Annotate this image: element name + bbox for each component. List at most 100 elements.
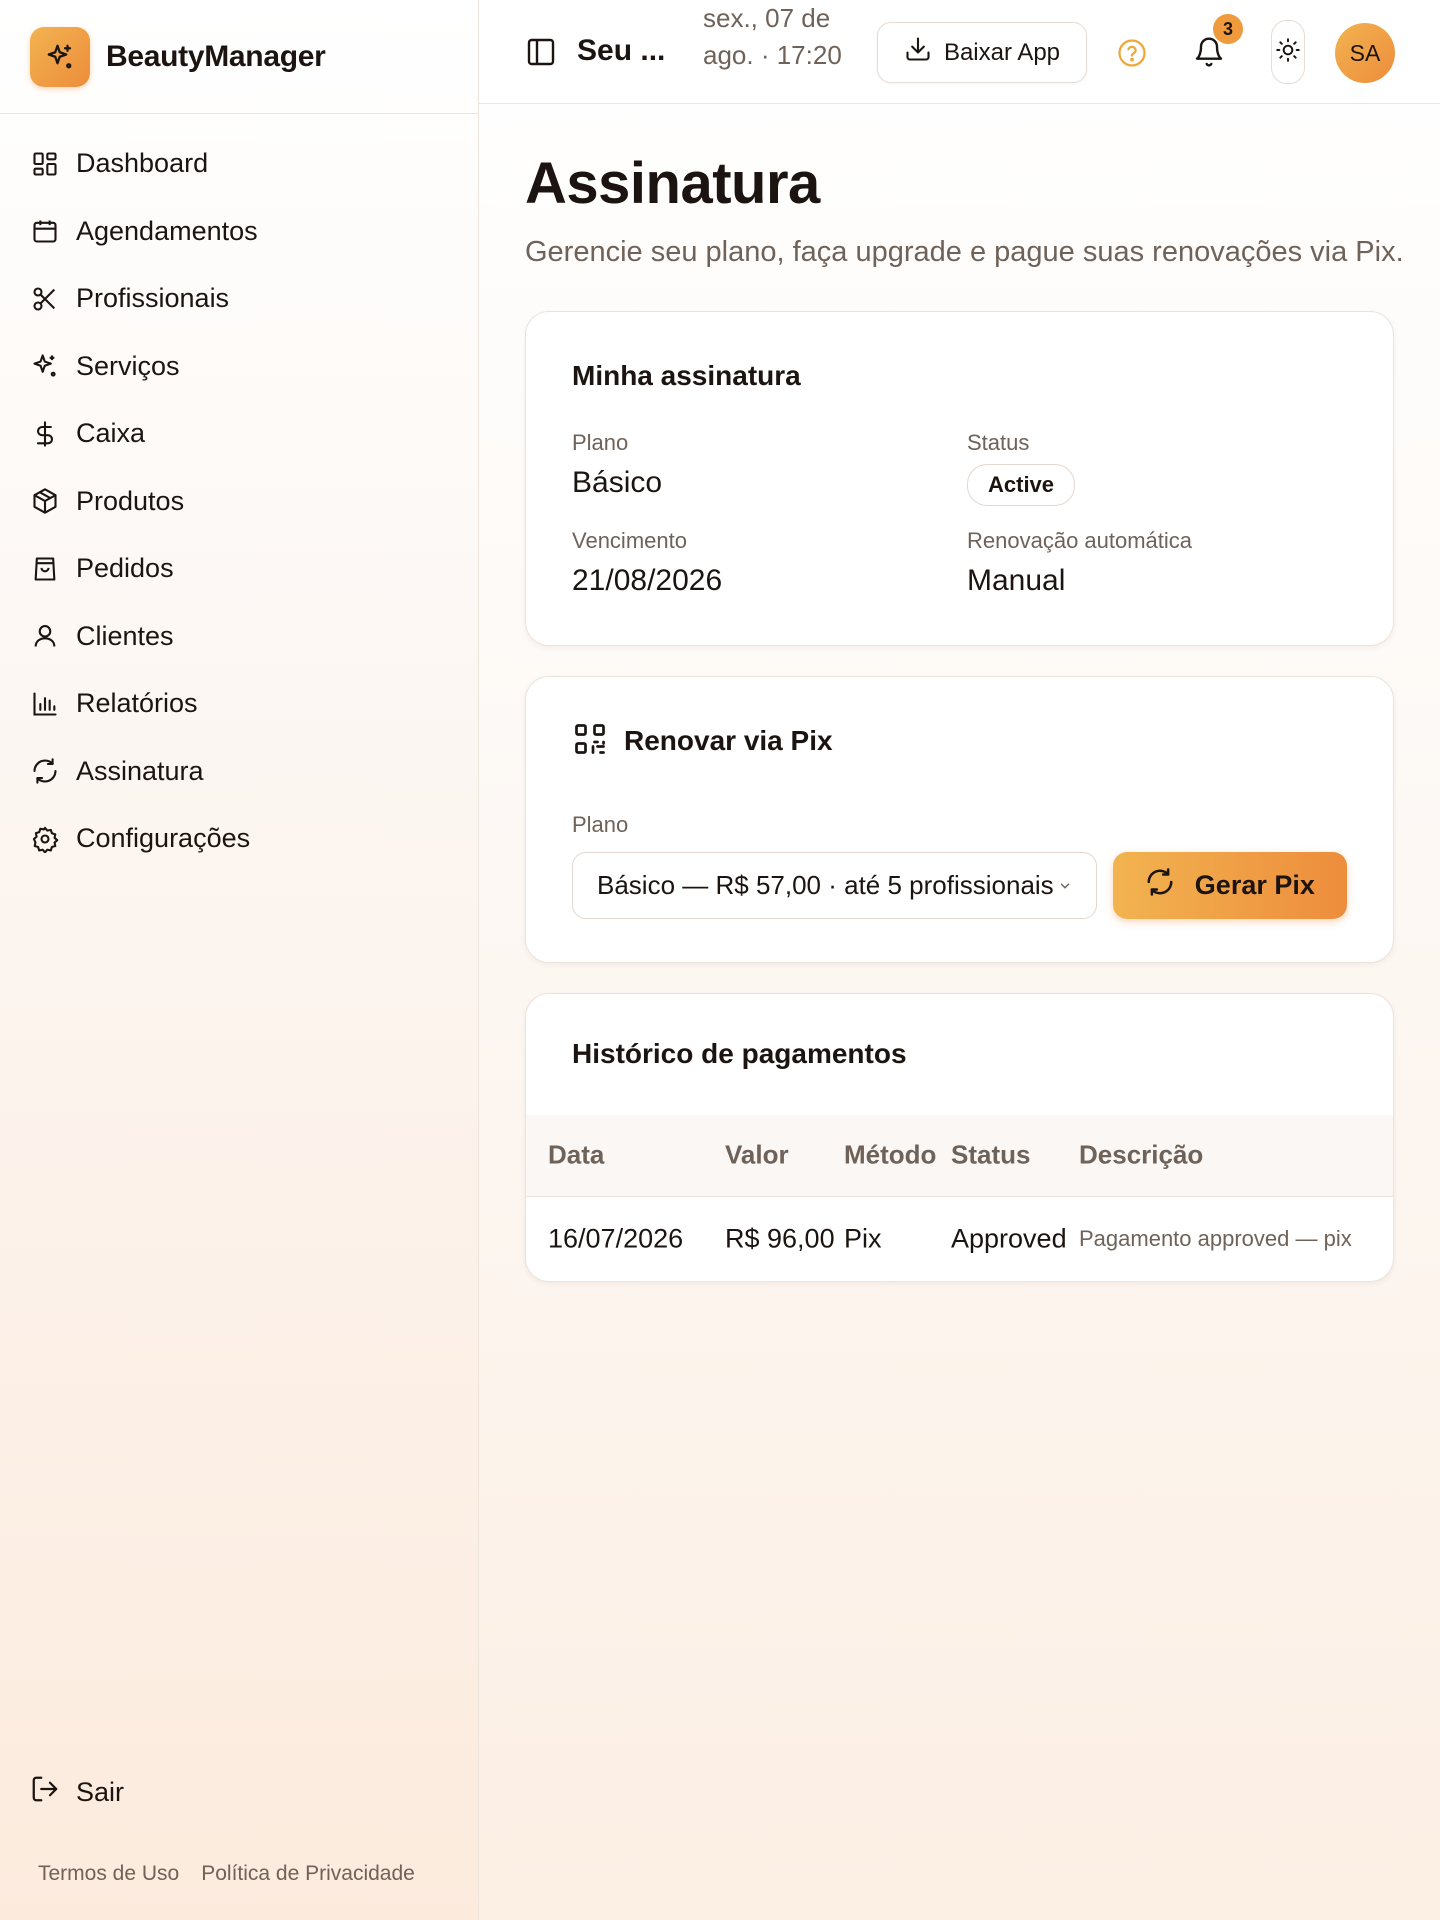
cell-date: 16/07/2026 — [548, 1223, 684, 1254]
sparkles-icon — [30, 351, 60, 381]
plan-value: Básico — [572, 465, 663, 499]
privacy-link[interactable]: Política de Privacidade — [201, 1862, 415, 1886]
sidebar-item-relatorios[interactable]: Relatórios — [0, 670, 478, 738]
status-field: Status Active — [967, 430, 1347, 506]
download-app-button[interactable]: Baixar App — [877, 22, 1087, 83]
cell-amount: R$ 96,00 — [725, 1223, 835, 1254]
sun-icon — [1275, 37, 1301, 68]
sidebar-item-label: Relatórios — [76, 688, 198, 719]
plan-field: Plano Básico — [572, 430, 967, 506]
sidebar-item-label: Agendamentos — [76, 215, 258, 246]
sidebar-item-clientes[interactable]: Clientes — [0, 603, 478, 671]
pix-plan-label: Plano — [572, 811, 629, 837]
column-header-data: Data — [548, 1139, 605, 1170]
due-field: Vencimento 21/08/2026 — [572, 528, 967, 598]
table-header: Data Valor Método Status Descrição — [526, 1114, 1393, 1197]
sidebar-item-label: Serviços — [76, 350, 180, 381]
generate-pix-button[interactable]: Gerar Pix — [1112, 851, 1347, 919]
theme-toggle-button[interactable] — [1271, 20, 1305, 84]
dollar-icon — [30, 419, 60, 449]
history-card-title: Histórico de pagamentos — [572, 1037, 907, 1069]
subscription-card-title: Minha assinatura — [572, 359, 801, 391]
sidebar-item-profissionais[interactable]: Profissionais — [0, 265, 478, 333]
due-label: Vencimento — [572, 527, 687, 553]
logout-label: Sair — [76, 1777, 125, 1807]
sidebar-item-assinatura[interactable]: Assinatura — [0, 738, 478, 806]
legal-links: Termos de Uso Política de Privacidade — [38, 1862, 415, 1886]
qr-code-icon — [572, 721, 608, 762]
download-icon — [904, 35, 932, 70]
plan-label: Plano — [572, 429, 629, 455]
sidebar-item-label: Clientes — [76, 620, 174, 651]
brand[interactable]: BeautyManager — [0, 0, 478, 114]
pix-form-row: Básico — R$ 57,00 · até 5 profissionais … — [572, 851, 1347, 919]
renewal-value: Manual — [967, 563, 1066, 597]
sidebar-item-label: Assinatura — [76, 755, 204, 786]
page-title: Assinatura — [525, 151, 820, 216]
terms-link[interactable]: Termos de Uso — [38, 1862, 179, 1886]
refresh-icon — [1145, 867, 1175, 904]
sidebar-item-caixa[interactable]: Caixa — [0, 400, 478, 468]
sidebar-item-produtos[interactable]: Produtos — [0, 468, 478, 536]
scissors-icon — [30, 284, 60, 314]
shopping-bag-icon — [30, 554, 60, 584]
cell-status: Approved — [951, 1223, 1067, 1254]
sidebar-item-label: Dashboard — [76, 148, 209, 179]
gear-icon — [30, 824, 60, 854]
payment-history-card: Histórico de pagamentos Data Valor Métod… — [525, 992, 1394, 1282]
pix-form: Plano Básico — R$ 57,00 · até 5 profissi… — [572, 812, 1347, 919]
calendar-icon — [30, 216, 60, 246]
sidebar-item-label: Configurações — [76, 823, 251, 854]
app-root: BeautyManager Dashboard Agendamentos Pro… — [0, 0, 1440, 1920]
help-icon[interactable] — [1117, 38, 1147, 68]
column-header-valor: Valor — [725, 1139, 789, 1170]
dashboard-icon — [30, 149, 60, 179]
generate-pix-label: Gerar Pix — [1194, 869, 1315, 900]
subscription-details: Plano Básico Status Active Vencimento 21… — [572, 430, 1347, 598]
sidebar-item-label: Pedidos — [76, 553, 174, 584]
sidebar: BeautyManager Dashboard Agendamentos Pro… — [0, 0, 479, 1920]
cell-description: Pagamento approved — pix — [1079, 1225, 1352, 1251]
page-subtitle: Gerencie seu plano, faça upgrade e pague… — [525, 235, 1404, 268]
logout-button[interactable]: Sair — [0, 1774, 124, 1811]
pix-renewal-card: Renovar via Pix Plano Básico — R$ 57,00 … — [525, 675, 1394, 963]
brand-name: BeautyManager — [106, 39, 326, 73]
table-row: 16/07/2026 R$ 96,00 Pix Approved Pagamen… — [526, 1197, 1393, 1281]
logout-icon — [30, 1774, 60, 1811]
current-datetime: sex., 07 de ago. · 17:20 — [703, 3, 842, 70]
notification-badge: 3 — [1213, 14, 1243, 44]
sidebar-item-configuracoes[interactable]: Configurações — [0, 805, 478, 873]
page-content: Assinatura Gerencie seu plano, faça upgr… — [479, 104, 1440, 1282]
status-badge: Active — [967, 463, 1076, 506]
sidebar-nav: Dashboard Agendamentos Profissionais Ser… — [0, 114, 478, 873]
sidebar-item-servicos[interactable]: Serviços — [0, 333, 478, 401]
renewal-field: Renovação automática Manual — [967, 528, 1347, 598]
download-app-label: Baixar App — [943, 38, 1061, 66]
topbar: Seu ... sex., 07 de ago. · 17:20 Baixar … — [479, 0, 1440, 104]
user-icon — [30, 621, 60, 651]
sidebar-item-pedidos[interactable]: Pedidos — [0, 535, 478, 603]
pix-card-title: Renovar via Pix — [624, 725, 833, 757]
sidebar-item-agendamentos[interactable]: Agendamentos — [0, 198, 478, 266]
bar-chart-icon — [30, 689, 60, 719]
renewal-label: Renovação automática — [967, 527, 1193, 553]
box-icon — [30, 486, 60, 516]
status-label: Status — [967, 429, 1030, 455]
column-header-descricao: Descrição — [1079, 1139, 1204, 1170]
pix-card-header: Renovar via Pix — [572, 721, 1347, 762]
column-header-status: Status — [951, 1139, 1031, 1170]
main-area: Seu ... sex., 07 de ago. · 17:20 Baixar … — [479, 0, 1440, 1920]
user-avatar[interactable]: SA — [1335, 23, 1395, 83]
shop-name: Seu ... — [577, 34, 666, 67]
cell-method: Pix — [844, 1223, 882, 1254]
plan-select[interactable]: Básico — R$ 57,00 · até 5 profissionais — [572, 851, 1097, 919]
sidebar-item-label: Profissionais — [76, 283, 230, 314]
sidebar-item-label: Produtos — [76, 485, 185, 516]
due-value: 21/08/2026 — [572, 563, 723, 597]
sidebar-toggle-icon[interactable] — [525, 36, 557, 68]
sidebar-item-label: Caixa — [76, 418, 146, 449]
sidebar-item-dashboard[interactable]: Dashboard — [0, 130, 478, 198]
sparkles-logo-icon — [30, 26, 90, 87]
plan-select-value: Básico — R$ 57,00 · até 5 profissionais — [597, 869, 1054, 900]
chevron-down-icon — [1060, 883, 1069, 889]
